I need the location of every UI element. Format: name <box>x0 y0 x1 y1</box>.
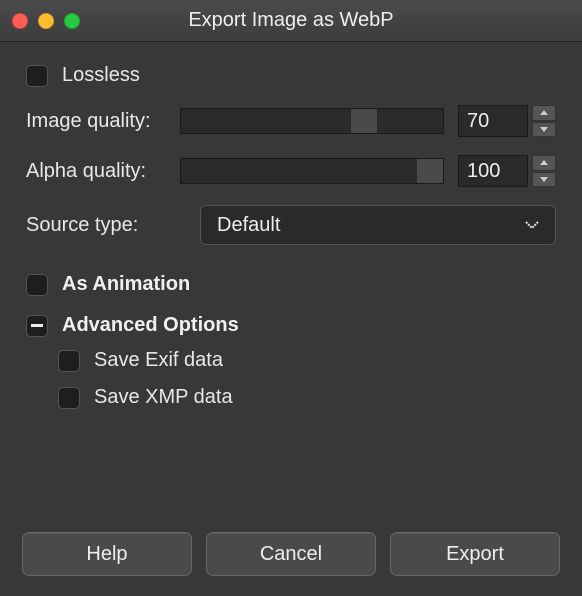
alpha-quality-label: Alpha quality: <box>26 160 166 183</box>
save-xmp-checkbox[interactable] <box>58 387 80 409</box>
source-type-label: Source type: <box>26 214 186 237</box>
alpha-quality-row: Alpha quality: 100 <box>26 155 556 187</box>
alpha-quality-down[interactable] <box>532 172 556 188</box>
advanced-options-label: Advanced Options <box>62 314 239 337</box>
image-quality-label: Image quality: <box>26 110 166 133</box>
dialog-content: Lossless Image quality: 70 Alpha quality… <box>0 42 582 409</box>
help-button[interactable]: Help <box>22 532 192 576</box>
save-exif-checkbox[interactable] <box>58 350 80 372</box>
source-type-row: Source type: Default <box>26 205 556 245</box>
window-title: Export Image as WebP <box>0 9 582 32</box>
image-quality-down[interactable] <box>532 122 556 138</box>
dialog-buttons: Help Cancel Export <box>22 532 560 576</box>
image-quality-spinbox: 70 <box>458 105 556 137</box>
alpha-quality-input[interactable]: 100 <box>458 155 528 187</box>
lossless-row: Lossless <box>26 64 556 87</box>
as-animation-row: As Animation <box>26 273 556 296</box>
advanced-options-checkbox[interactable] <box>26 315 48 337</box>
window-controls <box>12 13 80 29</box>
as-animation-checkbox[interactable] <box>26 274 48 296</box>
image-quality-thumb[interactable] <box>351 109 377 133</box>
save-exif-label: Save Exif data <box>94 349 223 372</box>
alpha-quality-slider[interactable] <box>180 158 444 184</box>
image-quality-slider[interactable] <box>180 108 444 134</box>
chevron-down-icon <box>525 221 539 229</box>
zoom-icon[interactable] <box>64 13 80 29</box>
alpha-quality-stepper <box>532 155 556 187</box>
alpha-quality-thumb[interactable] <box>417 159 443 183</box>
alpha-quality-spinbox: 100 <box>458 155 556 187</box>
arrow-down-icon <box>540 127 548 132</box>
titlebar: Export Image as WebP <box>0 0 582 42</box>
image-quality-up[interactable] <box>532 105 556 121</box>
advanced-options-row: Advanced Options <box>26 314 556 337</box>
lossless-label: Lossless <box>62 64 140 87</box>
close-icon[interactable] <box>12 13 28 29</box>
arrow-up-icon <box>540 110 548 115</box>
export-button[interactable]: Export <box>390 532 560 576</box>
save-exif-row: Save Exif data <box>58 349 556 372</box>
arrow-up-icon <box>540 160 548 165</box>
cancel-button[interactable]: Cancel <box>206 532 376 576</box>
alpha-quality-up[interactable] <box>532 155 556 171</box>
image-quality-input[interactable]: 70 <box>458 105 528 137</box>
save-xmp-label: Save XMP data <box>94 386 233 409</box>
image-quality-row: Image quality: 70 <box>26 105 556 137</box>
image-quality-stepper <box>532 105 556 137</box>
source-type-select[interactable]: Default <box>200 205 556 245</box>
save-xmp-row: Save XMP data <box>58 386 556 409</box>
as-animation-label: As Animation <box>62 273 190 296</box>
lossless-checkbox[interactable] <box>26 65 48 87</box>
arrow-down-icon <box>540 177 548 182</box>
minimize-icon[interactable] <box>38 13 54 29</box>
advanced-options-group: Save Exif data Save XMP data <box>26 349 556 409</box>
source-type-value: Default <box>217 214 280 237</box>
